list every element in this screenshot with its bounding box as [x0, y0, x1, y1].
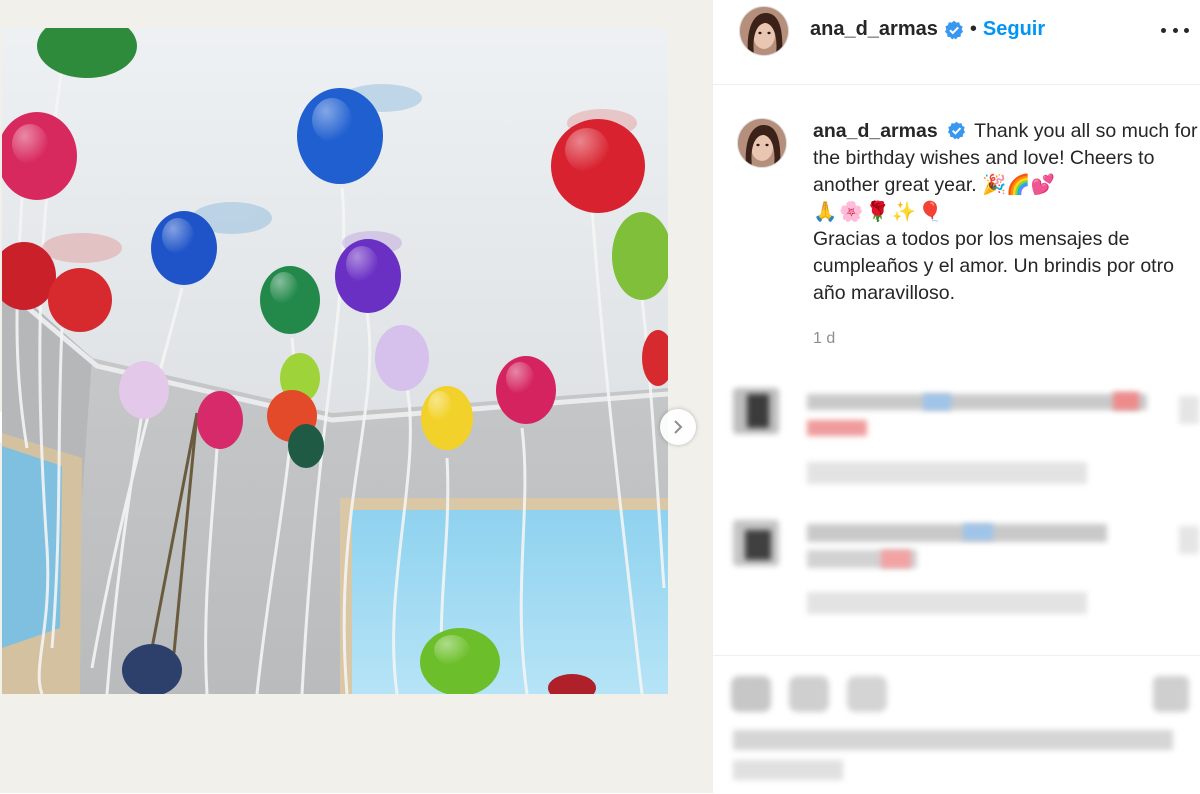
like-icon[interactable]: [731, 676, 771, 712]
post-date-blurred: [733, 760, 843, 780]
caption-emoji-row: 🙏🌸🌹✨🎈: [813, 201, 945, 223]
comment-like-icon[interactable]: [1179, 396, 1199, 424]
chevron-right-icon: [674, 420, 683, 434]
comment-mention-blurred: [963, 524, 993, 540]
post-actions-bar: [713, 655, 1200, 794]
comment-emoji-blurred: [807, 420, 867, 436]
caption-avatar[interactable]: [737, 118, 787, 168]
comment-avatar[interactable]: [733, 520, 779, 566]
comment-text-blurred: [807, 524, 1107, 542]
comment-emoji-blurred: [1113, 392, 1139, 410]
likes-count-blurred: [733, 730, 1173, 750]
header-username[interactable]: ana_d_armas: [810, 18, 938, 41]
separator-dot: •: [969, 18, 977, 40]
post-photo: [2, 28, 668, 694]
avatar[interactable]: [739, 6, 789, 56]
profile-photo-image: [740, 7, 788, 55]
post-media-panel: [0, 0, 712, 793]
verified-badge-icon: [948, 121, 966, 140]
post-header: ana_d_armas • Seguir: [713, 0, 1200, 85]
verified-badge-icon: [944, 20, 963, 39]
profile-photo-image: [738, 119, 786, 167]
caption-username[interactable]: ana_d_armas: [813, 120, 938, 142]
follow-button[interactable]: Seguir: [983, 18, 1045, 41]
comment-meta-blurred: [807, 592, 1087, 614]
comment-text-blurred: [807, 394, 1147, 410]
caption-text-spanish: Gracias a todos por los mensajes de cump…: [813, 228, 1174, 304]
balloons-photo-image: [2, 28, 668, 694]
header-user-line: ana_d_armas • Seguir: [810, 18, 1045, 41]
comment-meta-blurred: [807, 462, 1087, 484]
comment-like-icon[interactable]: [1179, 526, 1199, 554]
comment-mention-blurred: [923, 394, 951, 410]
more-options-icon[interactable]: [1161, 20, 1189, 40]
comment-emoji-blurred: [881, 550, 911, 568]
comment-icon[interactable]: [789, 676, 829, 712]
post-caption: ana_d_armas Thank you all so much for th…: [813, 118, 1198, 307]
carousel-next-button[interactable]: [660, 409, 696, 445]
post-sidebar: ana_d_armas • Seguir ana_d_armas Thank y…: [712, 0, 1200, 793]
comment-avatar[interactable]: [733, 388, 779, 434]
share-icon[interactable]: [847, 676, 887, 712]
save-icon[interactable]: [1153, 676, 1189, 712]
post-timestamp: 1 d: [813, 330, 836, 347]
